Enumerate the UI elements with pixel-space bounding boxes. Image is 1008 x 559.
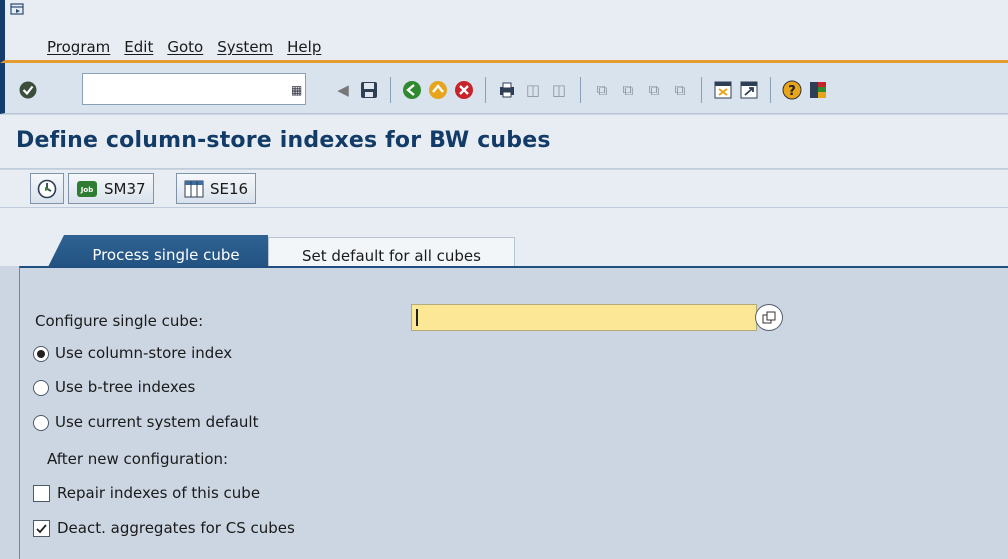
se16-label: SE16 [210,179,249,198]
previous-page-icon[interactable]: ⧉ [618,79,638,101]
radio-column-store[interactable] [33,346,49,362]
enter-check-icon[interactable] [19,81,37,99]
back-icon[interactable] [402,79,422,101]
save-icon[interactable] [359,79,379,101]
standard-toolbar: ▦ ◀ ◫ ◫ ⧉ ⧉ ⧉ ⧉ ? [0,63,1008,114]
print-icon[interactable] [497,79,517,101]
menu-program[interactable]: Program [47,38,110,56]
configure-cube-label: Configure single cube: [35,312,204,330]
radio-system-default-label: Use current system default [55,413,259,431]
menu-bar: Program Edit Goto System Help [0,0,1008,63]
toolbar-separator [701,77,702,103]
menu-help[interactable]: Help [287,38,321,56]
next-page-icon[interactable]: ⧉ [644,79,664,101]
se16-button[interactable]: SE16 [176,173,257,204]
command-field[interactable] [82,73,306,105]
find-icon[interactable]: ◫ [523,79,543,101]
toolbar-separator [485,77,486,103]
execute-button[interactable] [30,173,64,204]
tab-strip: Process single cube Set default for all … [0,208,1008,275]
after-config-label: After new configuration: [47,450,229,468]
command-history-icon[interactable]: ▦ [291,83,302,97]
checkmark-icon [36,524,47,534]
sm37-button[interactable]: Job SM37 [68,173,154,204]
page-title: Define column-store indexes for BW cubes [16,128,551,153]
toolbar-separator [390,77,391,103]
execute-icon [37,179,57,198]
back-arrow-icon[interactable]: ◀ [333,79,353,101]
sm37-label: SM37 [104,179,146,198]
svg-text:?: ? [788,84,796,99]
menu-goto[interactable]: Goto [167,38,203,56]
checkbox-repair-indexes[interactable] [33,485,50,502]
checkbox-deact-aggregates-label: Deact. aggregates for CS cubes [57,519,295,537]
radio-b-tree-label: Use b-tree indexes [55,378,196,396]
checkbox-repair-indexes-label: Repair indexes of this cube [57,484,261,502]
find-next-icon[interactable]: ◫ [549,79,569,101]
cancel-icon[interactable] [454,79,474,101]
svg-text:Job: Job [80,186,93,194]
help-icon[interactable]: ? [782,79,802,101]
menu-entry-icon[interactable] [10,3,24,15]
radio-b-tree[interactable] [33,380,49,396]
toolbar-separator [770,77,771,103]
value-help-icon [762,311,776,323]
new-session-icon[interactable] [713,79,733,101]
radio-column-store-label: Use column-store index [55,344,233,362]
last-page-icon[interactable]: ⧉ [670,79,690,101]
title-bar: Define column-store indexes for BW cubes [0,115,1008,169]
toolbar-separator [580,77,581,103]
cube-input[interactable] [411,304,757,331]
menu-system[interactable]: System [217,38,273,56]
application-toolbar: Job SM37 SE16 [0,170,1008,208]
table-icon [184,180,204,197]
menu-edit[interactable]: Edit [124,38,153,56]
value-help-button[interactable] [755,304,783,331]
layout-menu-icon[interactable] [808,79,828,101]
checkbox-deact-aggregates[interactable] [33,520,50,537]
job-icon: Job [77,180,97,197]
first-page-icon[interactable]: ⧉ [592,79,612,101]
exit-icon[interactable] [428,79,448,101]
shortcut-icon[interactable] [739,79,759,101]
text-cursor [416,309,418,326]
radio-system-default[interactable] [33,415,49,431]
